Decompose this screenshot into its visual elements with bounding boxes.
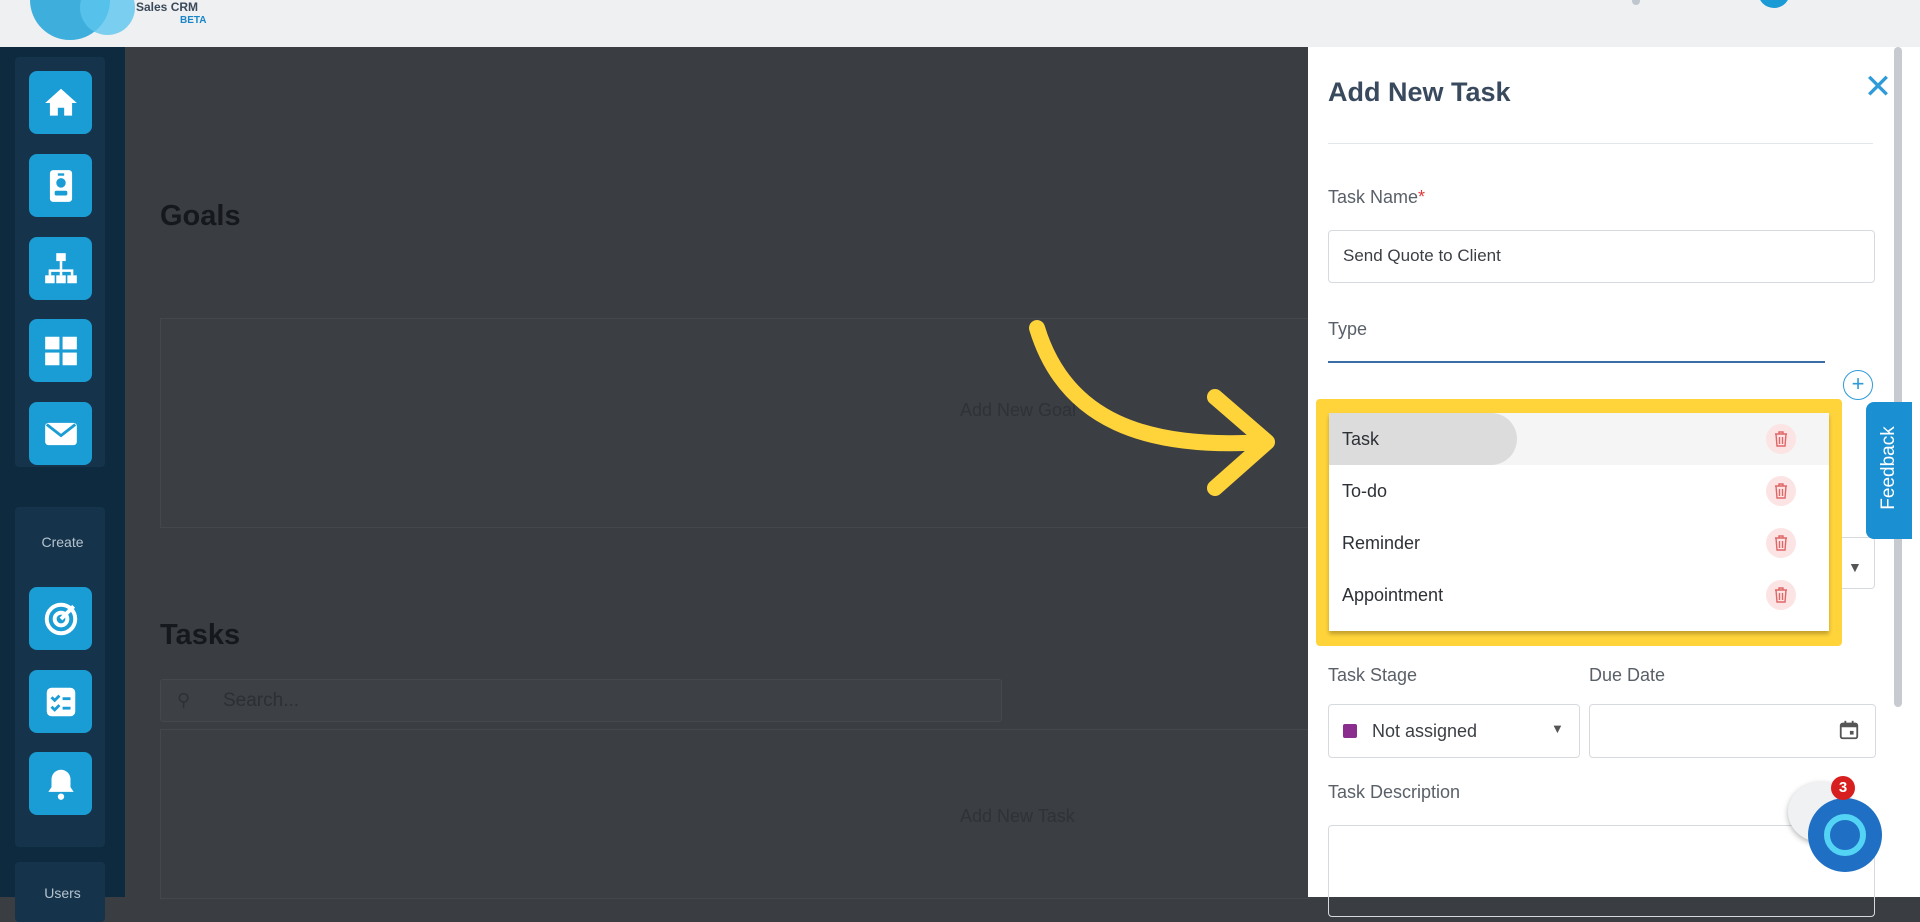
close-icon: ✕ xyxy=(1863,68,1893,106)
sidebar-item-hierarchy[interactable] xyxy=(29,237,92,300)
beta-badge: BETA xyxy=(180,15,207,26)
sidebar: Create Users xyxy=(0,47,125,922)
bell-icon xyxy=(47,769,74,800)
chevron-down-icon: ▼ xyxy=(1848,559,1862,575)
checklist-icon xyxy=(46,687,75,716)
status-dot xyxy=(1632,0,1640,5)
delete-type-button[interactable] xyxy=(1766,580,1796,610)
notification-badge: 3 xyxy=(1831,776,1855,800)
task-stage-value: Not assigned xyxy=(1372,721,1478,741)
due-date-label: Due Date xyxy=(1589,665,1666,685)
calendar-icon[interactable] xyxy=(1838,719,1860,741)
type-dropdown-menu: Task To-do Reminder Appointment xyxy=(1329,413,1829,631)
task-search-input[interactable] xyxy=(221,688,925,714)
sidebar-users-label: Users xyxy=(44,885,81,901)
mail-icon xyxy=(44,422,77,445)
tasks-panel xyxy=(160,729,1310,899)
plus-icon: + xyxy=(1851,371,1865,396)
sidebar-item-create-task[interactable] xyxy=(29,670,92,733)
type-option-label: Reminder xyxy=(1342,533,1421,553)
chevron-down-icon: ▼ xyxy=(1551,721,1564,736)
type-option-todo[interactable]: To-do xyxy=(1329,465,1829,517)
type-option-appointment[interactable]: Appointment xyxy=(1329,569,1829,621)
goals-title: Goals xyxy=(160,200,241,232)
hierarchy-icon xyxy=(44,252,77,283)
delete-type-button[interactable] xyxy=(1766,476,1796,506)
sidebar-item-contacts[interactable] xyxy=(29,154,92,217)
drawer-divider xyxy=(1328,143,1873,144)
due-date-field[interactable] xyxy=(1589,704,1876,758)
type-option-label: Task xyxy=(1342,429,1380,449)
top-bar: Sales CRM BETA xyxy=(0,0,1920,48)
tasks-title: Tasks xyxy=(160,619,241,651)
type-option-reminder[interactable]: Reminder xyxy=(1329,517,1829,569)
delete-type-button[interactable] xyxy=(1766,424,1796,454)
type-label: Type xyxy=(1328,319,1368,339)
scrollbar-thumb[interactable] xyxy=(1894,47,1902,707)
search-icon: ⚲ xyxy=(177,690,191,710)
feedback-label: Feedback xyxy=(1878,426,1899,510)
type-option-label: To-do xyxy=(1342,481,1388,501)
trash-icon xyxy=(1775,483,1787,499)
type-option-task[interactable]: Task xyxy=(1329,413,1829,465)
required-mark: * xyxy=(1418,187,1426,207)
add-type-button[interactable]: + xyxy=(1843,370,1873,400)
drawer-title: Add New Task xyxy=(1328,77,1511,107)
annotation-arrow xyxy=(1029,320,1275,496)
trash-icon xyxy=(1775,587,1787,603)
task-description-input[interactable] xyxy=(1328,825,1875,917)
sidebar-item-dashboard[interactable] xyxy=(29,319,92,382)
sidebar-create-label: Create xyxy=(41,534,84,550)
task-stage-select[interactable]: Not assigned ▼ xyxy=(1328,704,1580,758)
type-option-label: Appointment xyxy=(1342,585,1444,605)
user-avatar[interactable] xyxy=(1758,0,1790,8)
task-name-label-text: Task Name xyxy=(1328,187,1419,207)
sidebar-item-mail[interactable] xyxy=(29,402,92,465)
delete-type-button[interactable] xyxy=(1766,528,1796,558)
feedback-tab[interactable]: Feedback xyxy=(1866,402,1912,539)
close-button[interactable]: ✕ xyxy=(1858,67,1898,107)
add-new-task-link[interactable]: Add New Task xyxy=(960,806,1075,827)
logo-text: Sales CRM xyxy=(136,0,199,14)
sidebar-item-create-goal[interactable] xyxy=(29,587,92,650)
stage-color-swatch xyxy=(1343,724,1357,738)
task-search-bar: ⚲ xyxy=(160,679,1002,722)
trash-icon xyxy=(1775,431,1787,447)
task-name-label: Task Name* xyxy=(1328,187,1425,208)
home-icon xyxy=(44,88,77,116)
task-stage-label: Task Stage xyxy=(1328,665,1418,685)
chat-launcher-button[interactable] xyxy=(1808,798,1882,872)
target-icon xyxy=(44,602,77,635)
task-name-input[interactable] xyxy=(1341,245,1845,267)
sidebar-item-home[interactable] xyxy=(29,71,92,134)
trash-icon xyxy=(1775,535,1787,551)
contact-card-icon xyxy=(49,169,72,202)
task-description-label: Task Description xyxy=(1328,782,1461,802)
task-name-field xyxy=(1328,230,1875,283)
sidebar-item-create-reminder[interactable] xyxy=(29,752,92,815)
grid-icon xyxy=(44,336,77,365)
chat-icon xyxy=(1824,814,1866,856)
